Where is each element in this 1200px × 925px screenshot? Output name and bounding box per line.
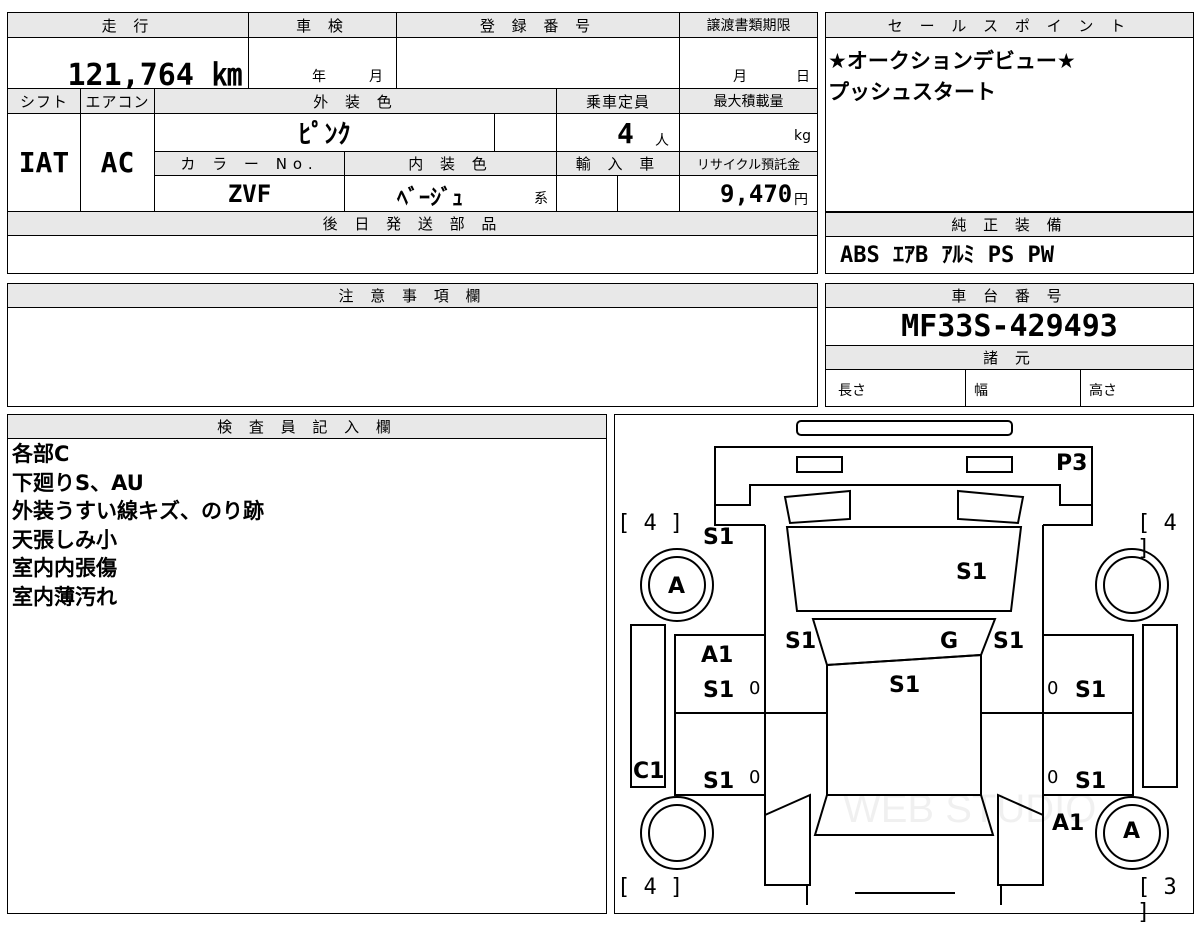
- tire-front-right: [ 4 ]: [1137, 511, 1177, 561]
- capacity-header: 乗車定員: [557, 89, 680, 114]
- import-value-2: [618, 176, 680, 212]
- inspector-note: 室内薄汚れ: [12, 584, 117, 609]
- exterior-color-value: ﾋﾟﾝｸ: [155, 114, 495, 152]
- mileage-value: 121,764 ㎞: [8, 38, 249, 93]
- max-load-value: kg: [680, 114, 817, 152]
- interior-color-suffix: 系: [534, 191, 548, 207]
- recycle-header: リサイクル預託金: [680, 152, 817, 176]
- shift-value: IAT: [8, 114, 81, 212]
- mark-left-rear-door: S1: [703, 769, 735, 794]
- capacity-value-cell: 4 人: [557, 114, 680, 152]
- spec-height: 高さ: [1089, 383, 1117, 399]
- tire-front-left: [ 4 ]: [617, 511, 684, 536]
- exterior-color-header: 外 装 色: [155, 89, 557, 114]
- recycle-value-cell: 9,470 円: [680, 176, 817, 212]
- mark-left-front-door-1: A1: [701, 643, 734, 668]
- mark-hood: S1: [956, 560, 988, 585]
- shift-header: シフト: [8, 89, 81, 114]
- inspection-value: 年 月: [249, 38, 397, 89]
- interior-color-header: 内 装 色: [345, 152, 557, 176]
- inspector-note: 下廻りS、AU: [12, 470, 144, 495]
- chassis-number: MF33S-429493: [826, 308, 1193, 346]
- spec-width: 幅: [966, 370, 1081, 406]
- sales-point-line-2: プッシュスタート: [828, 80, 996, 104]
- inspector-note: 天張しみ小: [12, 527, 117, 552]
- color-no-value: ZVF: [155, 176, 345, 212]
- later-parts-header: 後 日 発 送 部 品: [8, 212, 817, 236]
- mileage-header: 走 行: [8, 13, 249, 38]
- caution-box: 注 意 事 項 欄: [7, 283, 818, 407]
- mark-right-front-door-num: 0: [1047, 678, 1059, 699]
- capacity-unit: 人: [655, 133, 669, 149]
- import-value-1: [557, 176, 618, 212]
- vehicle-info-table: 走 行 車 検 登 録 番 号 譲渡書類期限 121,764 ㎞ 年 月 月 日…: [7, 12, 818, 274]
- mark-right-front-door: S1: [1075, 678, 1107, 703]
- tire-rear-left: [ 4 ]: [617, 875, 684, 900]
- mark-windshield: G: [940, 629, 959, 654]
- inspection-header: 車 検: [249, 13, 397, 38]
- chassis-header: 車 台 番 号: [826, 284, 1193, 308]
- mark-left-rear-door-num: 0: [749, 767, 761, 788]
- sales-point-box: セ ー ル ス ポ イ ン ト ★オークションデビュー★ プッシュスタート: [825, 12, 1194, 212]
- mark-roof: S1: [889, 673, 921, 698]
- tire-rear-right: [ 3 ]: [1137, 875, 1177, 925]
- inspector-box: 検 査 員 記 入 欄 各部C 下廻りS、AU 外装うすい線キズ、のり跡 天張し…: [7, 414, 607, 914]
- mark-windshield-left: S1: [785, 629, 817, 654]
- transfer-day-unit: 日: [796, 69, 810, 85]
- capacity-value: 4: [617, 117, 634, 150]
- sales-point-header: セ ー ル ス ポ イ ン ト: [826, 13, 1193, 38]
- import-header: 輸 入 車: [557, 152, 680, 176]
- interior-color-value: ﾍﾞｰｼﾞｭ: [397, 186, 464, 211]
- mark-right-rear-wheel: A: [1123, 819, 1141, 844]
- watermark: WEB STUDIO: [843, 787, 1097, 831]
- registration-header: 登 録 番 号: [397, 13, 680, 38]
- equipment-items: ABS ｴｱB ｱﾙﾐ PS PW: [840, 243, 1054, 268]
- inspector-header: 検 査 員 記 入 欄: [8, 415, 606, 439]
- sales-point-content: ★オークションデビュー★ プッシュスタート: [826, 38, 1193, 211]
- interior-color-cell: ﾍﾞｰｼﾞｭ 系: [345, 176, 557, 212]
- car-damage-diagram: [ 4 ] [ 4 ] [ 4 ] [ 3 ] P3 S1 S1 A S1 G …: [614, 414, 1194, 925]
- recycle-fee-value: 9,470: [720, 180, 793, 208]
- mark-left-front-wheel: A: [668, 574, 686, 599]
- mark-front-left-fender: S1: [703, 525, 735, 550]
- exterior-color-extra: [495, 114, 557, 152]
- inspection-month-unit: 月: [369, 69, 383, 85]
- ac-header: エアコン: [81, 89, 155, 114]
- mark-left-sill: C1: [633, 759, 665, 784]
- mark-front-bumper: P3: [1056, 451, 1088, 476]
- max-load-header: 最大積載量: [680, 89, 817, 114]
- color-no-header: カ ラ ー No.: [155, 152, 345, 176]
- max-load-unit: kg: [794, 128, 811, 144]
- sales-point-line-1: ★オークションデビュー★: [828, 49, 1076, 73]
- inspector-note: 室内内張傷: [12, 556, 117, 580]
- later-parts-value: [8, 236, 817, 273]
- ac-value: AC: [81, 114, 155, 212]
- inspector-note: 外装うすい線キズ、のり跡: [12, 499, 264, 523]
- mark-left-front-door-num: 0: [749, 678, 761, 699]
- equipment-box: 純 正 装 備 ABS ｴｱB ｱﾙﾐ PS PW: [825, 212, 1194, 274]
- transfer-deadline-value: 月 日: [680, 38, 817, 89]
- mark-right-rear-door-num: 0: [1047, 767, 1059, 788]
- mark-left-front-door-2: S1: [703, 678, 735, 703]
- transfer-deadline-header: 譲渡書類期限: [680, 13, 817, 38]
- inspector-note: 各部C: [12, 442, 70, 466]
- caution-header: 注 意 事 項 欄: [8, 284, 817, 308]
- transfer-month-unit: 月: [733, 69, 747, 85]
- mark-windshield-right: S1: [993, 629, 1025, 654]
- chassis-box: 車 台 番 号 MF33S-429493 諸 元 長さ 幅 高さ: [825, 283, 1194, 407]
- specs-header: 諸 元: [826, 346, 1193, 370]
- registration-value: [397, 38, 680, 89]
- recycle-fee-unit: 円: [794, 192, 808, 208]
- spec-length: 長さ: [826, 370, 966, 406]
- inspection-year-unit: 年: [312, 69, 326, 85]
- inspector-notes: 各部C 下廻りS、AU 外装うすい線キズ、のり跡 天張しみ小 室内内張傷 室内薄…: [8, 440, 606, 611]
- equipment-header: 純 正 装 備: [826, 213, 1193, 237]
